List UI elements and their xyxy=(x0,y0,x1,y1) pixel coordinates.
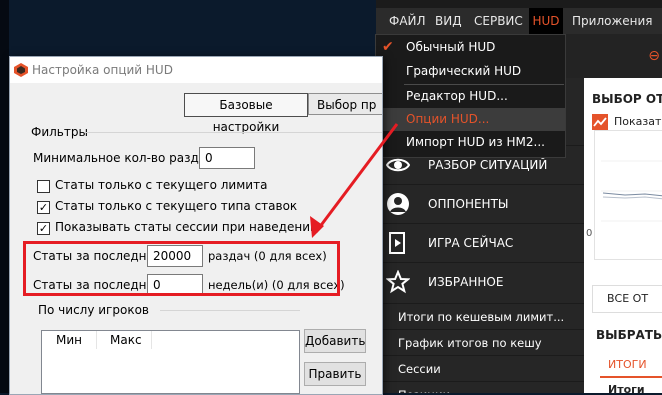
star-icon xyxy=(386,270,410,294)
tab-all[interactable]: ВСЕ ОТ xyxy=(592,285,662,313)
checkbox-current-bet-type[interactable]: ✓ xyxy=(37,201,50,214)
add-button[interactable]: Добавить xyxy=(304,329,366,353)
menu-item-label: Редактор HUD... xyxy=(406,89,508,103)
menu-item-hud-editor[interactable]: Редактор HUD... xyxy=(376,85,565,108)
checkbox-label: Статы только с текущего типа ставок xyxy=(55,199,298,213)
check-icon: ✔ xyxy=(382,39,394,55)
annotation-highlight-box xyxy=(23,241,340,296)
menu-service[interactable]: СЕРВИС xyxy=(474,8,523,34)
totals-sub: Итоги xyxy=(608,383,645,393)
menu-item-label: Обычный HUD xyxy=(406,40,496,54)
menu-view[interactable]: ВИД xyxy=(435,8,462,34)
min-hands-field[interactable]: 0 xyxy=(199,147,255,169)
nav-sub-cash-graph[interactable]: График итогов по кешу xyxy=(376,329,584,356)
mini-chart xyxy=(594,130,662,260)
nav-sub-label: Сессии xyxy=(398,362,441,376)
content-panel: ВЫБОР ОТ Показат 0 ⚙ ВСЕ ОТ ВЫБРАТЬ ИТОГ… xyxy=(584,78,662,393)
nav-sub-label: Итоги по кешевым лимит... xyxy=(398,310,565,324)
nav-sub-label: Позиции xyxy=(398,382,450,393)
nav-label: ИГРА СЕЙЧАС xyxy=(428,236,514,250)
menu-item-label: Графический HUD xyxy=(406,64,522,78)
list-header-min[interactable]: Мин xyxy=(42,331,97,349)
nav-sub-label: График итогов по кешу xyxy=(398,336,542,350)
nav-label: ОППОНЕНТЫ xyxy=(428,197,509,211)
menu-item-label: Опции HUD... xyxy=(406,112,490,126)
tab-all-label: ВСЕ ОТ xyxy=(607,292,649,305)
group-players-label: По числу игроков xyxy=(38,303,149,317)
choose-heading: ВЫБРАТЬ xyxy=(596,328,662,342)
content-heading: ВЫБОР ОТ xyxy=(592,92,662,106)
checkbox-session-hover[interactable]: ✓ xyxy=(37,222,50,235)
checkbox-label: Статы только с текущего лимита xyxy=(55,178,268,192)
menu-hud[interactable]: HUD xyxy=(529,8,563,34)
hud-options-dialog: Настройка опций HUD Базовые настройки Вы… xyxy=(9,56,383,395)
edit-button[interactable]: Править xyxy=(304,362,366,386)
desktop-background xyxy=(0,0,9,393)
players-list[interactable]: Мин Макс xyxy=(41,330,300,394)
group-players-border xyxy=(160,310,300,311)
checkbox-label: Показывать статы сессии при наведении xyxy=(55,220,318,234)
nav-item-favorites[interactable]: ИЗБРАННОЕ xyxy=(376,262,584,301)
tab-basic-settings[interactable]: Базовые настройки xyxy=(184,93,308,134)
menu-apps[interactable]: Приложения xyxy=(572,8,653,34)
list-header-max[interactable]: Макс xyxy=(98,331,152,349)
min-hands-label: Минимальное кол-во раздач xyxy=(33,151,214,165)
group-filters-label: Фильтры xyxy=(31,125,88,139)
nav-sub-positions[interactable]: Позиции xyxy=(376,381,584,393)
title-bar xyxy=(376,0,662,8)
menu-item-graphic-hud[interactable]: Графический HUD xyxy=(376,60,565,83)
checkbox-current-limit[interactable] xyxy=(37,180,50,193)
alert-icon[interactable]: ⊖ xyxy=(648,48,660,64)
menu-file[interactable]: ФАЙЛ xyxy=(389,8,426,34)
axis-zero: 0 xyxy=(586,228,593,239)
menu-bar: ФАЙЛ ВИД СЕРВИС HUD Приложения xyxy=(376,8,662,34)
nav-sub-sessions[interactable]: Сессии xyxy=(376,355,584,382)
dialog-title: Настройка опций HUD xyxy=(32,63,173,77)
nav-sub-cash-totals[interactable]: Итоги по кешевым лимит... xyxy=(376,303,584,330)
nav-item-play-now[interactable]: ИГРА СЕЙЧАС xyxy=(376,223,584,262)
totals-tab[interactable]: ИТОГИ xyxy=(608,358,647,371)
menu-item-import-hud[interactable]: Импорт HUD из HM2... xyxy=(376,131,565,154)
app-logo-icon xyxy=(14,63,28,77)
group-filters-border xyxy=(85,132,382,133)
menu-item-hud-options[interactable]: Опции HUD... xyxy=(376,108,565,131)
show-label: Показат xyxy=(614,115,662,128)
nav-item-opponents[interactable]: ОППОНЕНТЫ xyxy=(376,184,584,223)
tab-selection[interactable]: Выбор пр xyxy=(308,93,382,115)
dialog-title-bar[interactable]: Настройка опций HUD xyxy=(10,57,382,83)
menu-item-label: Импорт HUD из HM2... xyxy=(406,135,545,149)
nav-label: ИЗБРАННОЕ xyxy=(428,275,504,289)
totals-underline xyxy=(600,376,662,378)
play-icon xyxy=(389,232,405,254)
user-icon xyxy=(387,193,409,215)
menu-item-standard-hud[interactable]: ✔ Обычный HUD xyxy=(376,36,565,59)
hud-dropdown: ✔ Обычный HUD Графический HUD Редактор H… xyxy=(375,34,566,158)
chart-icon[interactable] xyxy=(592,114,608,130)
